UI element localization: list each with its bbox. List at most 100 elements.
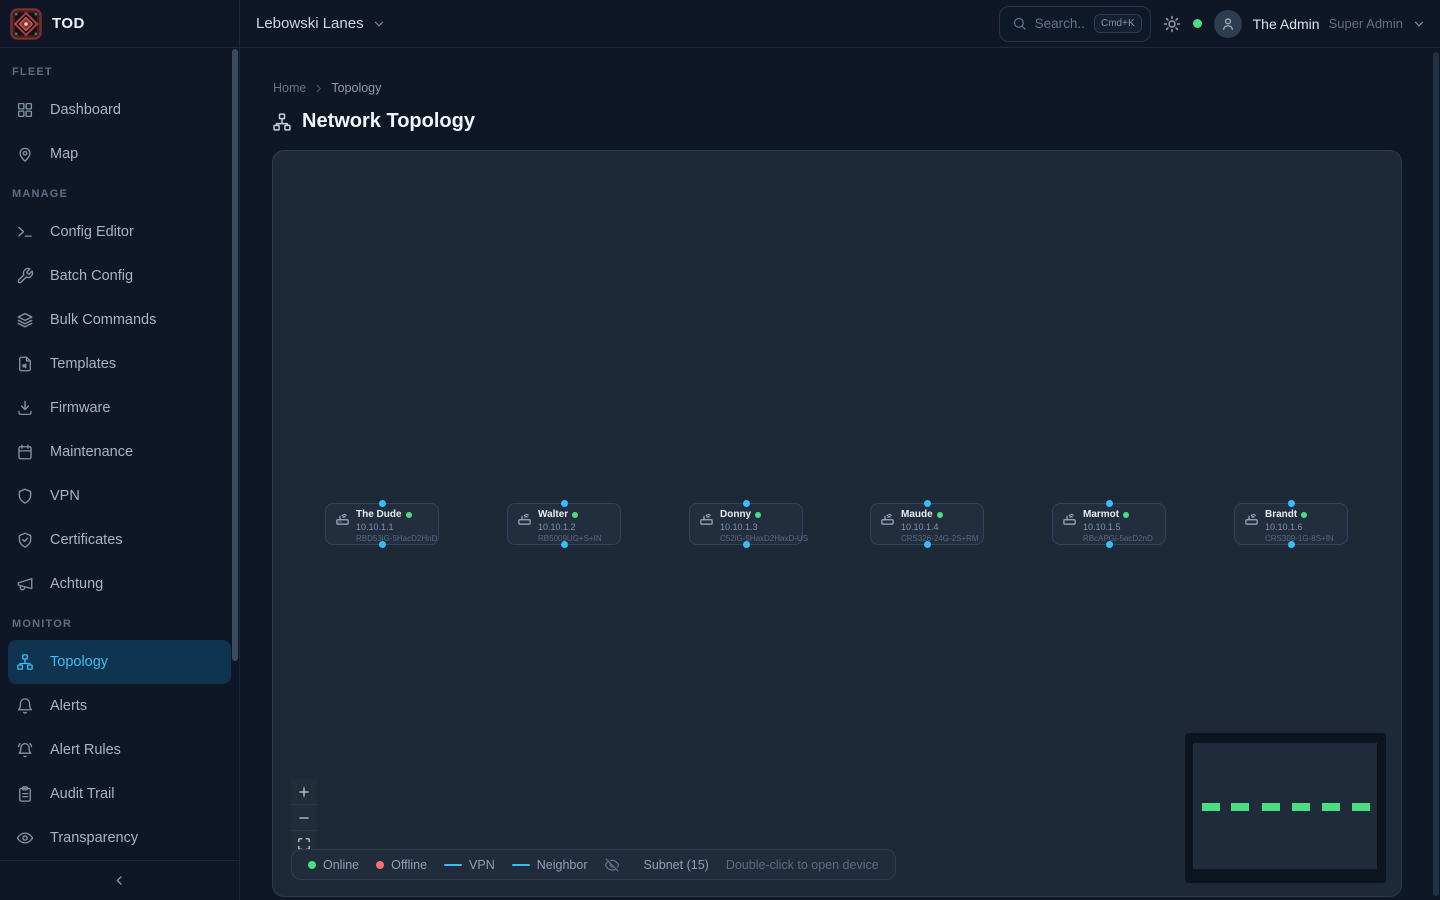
topology-canvas[interactable]: The Dude 10.10.1.1 RBD53iG-5HacD2HnD Wal… bbox=[272, 150, 1402, 897]
sidebar-item-label: Config Editor bbox=[50, 224, 134, 240]
device-name: The Dude bbox=[356, 509, 402, 521]
sidebar-item-certificates[interactable]: Certificates bbox=[8, 518, 231, 562]
org-name: Lebowski Lanes bbox=[256, 15, 364, 32]
sidebar-item-map[interactable]: Map bbox=[8, 132, 231, 176]
shield-icon bbox=[16, 487, 34, 505]
search-box[interactable]: Cmd+K bbox=[999, 6, 1151, 42]
sidebar-nav: FLEET Dashboard Map MANAGE Config Editor… bbox=[0, 48, 239, 860]
topology-icon bbox=[16, 653, 34, 671]
sidebar-item-topology[interactable]: Topology bbox=[8, 640, 231, 684]
tod-logo-icon bbox=[10, 8, 42, 40]
router-icon bbox=[1062, 511, 1077, 526]
sidebar-item-transparency[interactable]: Transparency bbox=[8, 816, 231, 860]
sidebar-item-label: Achtung bbox=[50, 576, 103, 592]
connection-handle-bottom[interactable] bbox=[743, 541, 750, 548]
sidebar-item-templates[interactable]: Templates bbox=[8, 342, 231, 386]
legend-vpn-label: VPN bbox=[469, 858, 495, 872]
connection-handle-top[interactable] bbox=[379, 500, 386, 507]
online-dot bbox=[308, 861, 316, 869]
device-name: Brandt bbox=[1265, 509, 1297, 521]
legend-neighbor-label: Neighbor bbox=[537, 858, 588, 872]
device-node-walter[interactable]: Walter 10.10.1.2 RB5009UG+S+IN bbox=[507, 503, 621, 545]
sidebar-collapse-button[interactable] bbox=[0, 860, 239, 900]
user-name: The Admin bbox=[1253, 16, 1320, 32]
minimap[interactable] bbox=[1185, 733, 1386, 883]
router-icon bbox=[1244, 511, 1259, 526]
device-node-maude[interactable]: Maude 10.10.1.4 CRS326-24G-2S+RM bbox=[870, 503, 984, 545]
router-icon bbox=[517, 511, 532, 526]
legend-online: Online bbox=[308, 858, 359, 872]
sidebar-item-batch-config[interactable]: Batch Config bbox=[8, 254, 231, 298]
device-node-donny[interactable]: Donny 10.10.1.3 C52iG-5HaxD2HaxD-US bbox=[689, 503, 803, 545]
brand: TOD bbox=[0, 0, 240, 47]
device-ip: 10.10.1.6 bbox=[1265, 522, 1334, 532]
sidebar-item-achtung[interactable]: Achtung bbox=[8, 562, 231, 606]
online-status-dot bbox=[937, 512, 943, 518]
sidebar-item-firmware[interactable]: Firmware bbox=[8, 386, 231, 430]
breadcrumb-current: Topology bbox=[331, 81, 381, 95]
topbar: TOD Lebowski Lanes Cmd+K The Admin Super… bbox=[0, 0, 1440, 48]
connection-handle-top[interactable] bbox=[561, 500, 568, 507]
minimap-viewport bbox=[1193, 743, 1377, 869]
online-status-dot bbox=[572, 512, 578, 518]
toggle-labels-button[interactable] bbox=[604, 857, 620, 873]
dashboard-icon bbox=[16, 101, 34, 119]
search-shortcut: Cmd+K bbox=[1094, 14, 1142, 33]
sidebar-item-alerts[interactable]: Alerts bbox=[8, 684, 231, 728]
device-node-the-dude[interactable]: The Dude 10.10.1.1 RBD53iG-5HacD2HnD bbox=[325, 503, 439, 545]
legend-bar: Online Offline VPN Neighbor Subnet (15) … bbox=[291, 849, 896, 880]
device-name: Marmot bbox=[1083, 509, 1119, 521]
sidebar-scrollbar[interactable] bbox=[232, 49, 238, 661]
device-model: C52iG-5HaxD2HaxD-US bbox=[720, 534, 796, 543]
connection-handle-bottom[interactable] bbox=[561, 541, 568, 548]
connection-handle-top[interactable] bbox=[743, 500, 750, 507]
theme-toggle-button[interactable] bbox=[1163, 15, 1181, 33]
sidebar-item-label: Bulk Commands bbox=[50, 312, 156, 328]
wrench-icon bbox=[16, 267, 34, 285]
router-icon bbox=[335, 511, 350, 526]
sidebar-item-audit-trail[interactable]: Audit Trail bbox=[8, 772, 231, 816]
sidebar-item-vpn[interactable]: VPN bbox=[8, 474, 231, 518]
connection-handle-top[interactable] bbox=[1288, 500, 1295, 507]
zoom-out-button[interactable] bbox=[291, 805, 317, 831]
user-role: Super Admin bbox=[1329, 16, 1403, 31]
sidebar-item-maintenance[interactable]: Maintenance bbox=[8, 430, 231, 474]
sidebar-item-label: Alert Rules bbox=[50, 742, 121, 758]
section-monitor: MONITOR bbox=[8, 606, 231, 640]
connection-handle-bottom[interactable] bbox=[1288, 541, 1295, 548]
neighbor-line-swatch bbox=[512, 864, 530, 866]
zoom-in-button[interactable] bbox=[291, 779, 317, 805]
breadcrumb-home-link[interactable]: Home bbox=[273, 81, 306, 95]
search-input[interactable] bbox=[1035, 16, 1086, 31]
connection-handle-bottom[interactable] bbox=[379, 541, 386, 548]
connection-handle-top[interactable] bbox=[1106, 500, 1113, 507]
sidebar-item-alert-rules[interactable]: Alert Rules bbox=[8, 728, 231, 772]
topology-title-icon bbox=[272, 112, 292, 132]
minimap-node bbox=[1202, 803, 1220, 811]
connection-handle-top[interactable] bbox=[924, 500, 931, 507]
device-node-brandt[interactable]: Brandt 10.10.1.6 CRS309-1G-8S+IN bbox=[1234, 503, 1348, 545]
chevron-right-icon bbox=[313, 83, 324, 94]
device-ip: 10.10.1.1 bbox=[356, 522, 432, 532]
sidebar-item-label: VPN bbox=[50, 488, 80, 504]
search-icon bbox=[1012, 16, 1027, 31]
minimap-node bbox=[1231, 803, 1249, 811]
sidebar-item-config-editor[interactable]: Config Editor bbox=[8, 210, 231, 254]
user-menu[interactable]: The Admin Super Admin bbox=[1214, 10, 1426, 38]
chevron-left-icon bbox=[112, 873, 127, 888]
connection-status-dot bbox=[1193, 19, 1202, 28]
sidebar-item-dashboard[interactable]: Dashboard bbox=[8, 88, 231, 132]
user-icon bbox=[1220, 16, 1236, 32]
minimap-node bbox=[1292, 803, 1310, 811]
page-scrollbar[interactable] bbox=[1433, 52, 1439, 896]
minus-icon bbox=[297, 811, 311, 825]
online-status-dot bbox=[755, 512, 761, 518]
device-node-marmot[interactable]: Marmot 10.10.1.5 RBcAPGi-5acD2nD bbox=[1052, 503, 1166, 545]
connection-handle-bottom[interactable] bbox=[924, 541, 931, 548]
device-name: Donny bbox=[720, 509, 751, 521]
org-switcher[interactable]: Lebowski Lanes bbox=[256, 15, 386, 32]
connection-handle-bottom[interactable] bbox=[1106, 541, 1113, 548]
sidebar-item-bulk-commands[interactable]: Bulk Commands bbox=[8, 298, 231, 342]
vpn-line-swatch bbox=[444, 864, 462, 866]
router-icon bbox=[699, 511, 714, 526]
